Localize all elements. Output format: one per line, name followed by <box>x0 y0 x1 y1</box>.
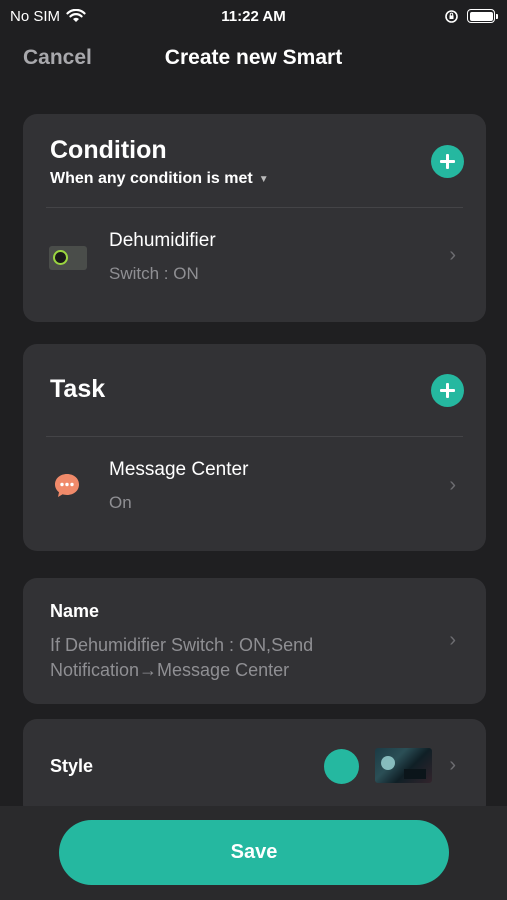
condition-mode-selector[interactable]: When any condition is met ▼ <box>50 170 269 188</box>
status-bar: No SIM 11:22 AM <box>0 0 507 32</box>
device-knob <box>53 250 68 265</box>
chevron-right-icon: › <box>449 244 456 266</box>
chevron-down-icon: ▼ <box>258 173 269 185</box>
save-button[interactable]: Save <box>59 820 449 885</box>
add-task-button[interactable] <box>431 374 464 407</box>
style-label: Style <box>50 756 94 776</box>
style-image-thumbnail[interactable] <box>375 748 432 783</box>
add-condition-button[interactable] <box>431 145 464 178</box>
chevron-right-icon: › <box>449 754 456 776</box>
plus-icon <box>440 383 455 398</box>
task-item-title: Message Center <box>109 459 249 480</box>
bottom-bar: Save <box>0 806 507 900</box>
style-color-swatch[interactable] <box>324 749 359 784</box>
condition-item-subtitle: Switch : ON <box>109 264 199 283</box>
nav-bar: Cancel Create new Smart <box>0 36 507 80</box>
message-center-icon <box>55 474 79 497</box>
orientation-lock-icon <box>445 9 458 23</box>
battery-icon <box>467 9 498 23</box>
condition-item-title: Dehumidifier <box>109 230 216 251</box>
condition-title: Condition <box>50 136 167 164</box>
name-card[interactable]: Name If Dehumidifier Switch : ON,Send No… <box>23 578 486 704</box>
name-label: Name <box>50 601 100 621</box>
page-title: Create new Smart <box>164 46 343 69</box>
task-title: Task <box>50 375 106 403</box>
condition-mode-label: When any condition is met <box>50 170 253 187</box>
status-right <box>444 9 498 24</box>
style-card[interactable]: Style › <box>23 719 486 819</box>
name-value: If Dehumidifier Switch : ON,Send Notific… <box>50 635 314 680</box>
status-left: No SIM <box>10 8 86 25</box>
chevron-right-icon: › <box>449 629 456 651</box>
divider <box>46 436 463 437</box>
dehumidifier-icon <box>49 246 87 270</box>
chevron-right-icon: › <box>449 474 456 496</box>
condition-card: Condition When any condition is met ▼ De… <box>23 114 486 322</box>
task-item-subtitle: On <box>109 493 132 512</box>
divider <box>46 207 463 208</box>
plus-icon <box>440 154 455 169</box>
task-card: Task Message Center On › <box>23 344 486 551</box>
battery-fill <box>469 11 493 21</box>
carrier-label: No SIM <box>10 7 61 25</box>
wifi-icon <box>66 9 86 22</box>
